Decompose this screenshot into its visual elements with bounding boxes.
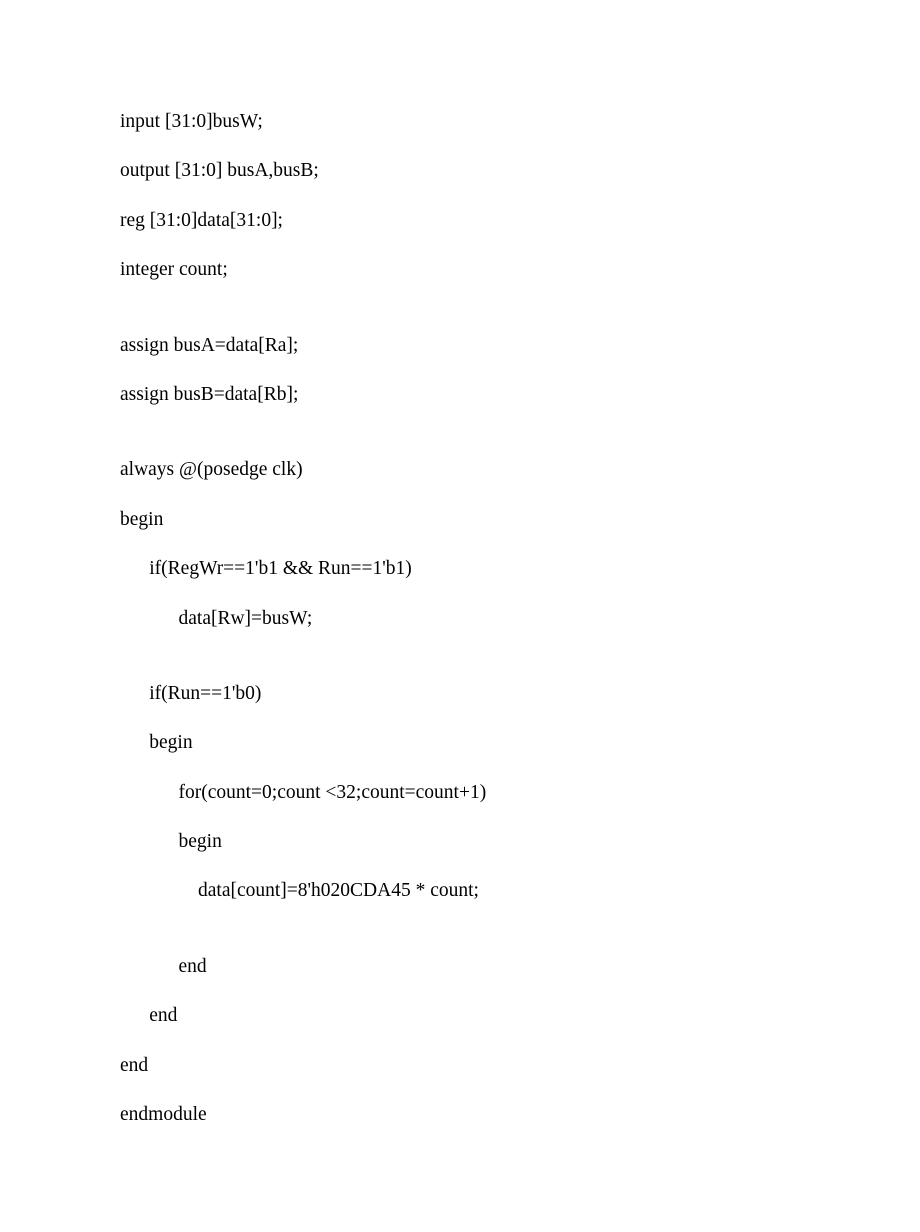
blank-line [120,308,800,334]
code-line: integer count; [120,258,800,281]
document-page: input [31:0]busW; output [31:0] busA,bus… [0,0,920,1232]
code-line: for(count=0;count <32;count=count+1) [120,781,800,804]
code-line: end [120,1004,800,1027]
code-line: data[Rw]=busW; [120,607,800,630]
code-line: input [31:0]busW; [120,110,800,133]
code-line: reg [31:0]data[31:0]; [120,209,800,232]
blank-line [120,432,800,458]
code-line: end [120,955,800,978]
code-line: begin [120,508,800,531]
code-line: if(RegWr==1'b1 && Run==1'b1) [120,557,800,580]
code-line: if(Run==1'b0) [120,682,800,705]
blank-line [120,656,800,682]
code-line: end [120,1054,800,1077]
blank-line [120,929,800,955]
code-line: data[count]=8'h020CDA45 * count; [120,879,800,902]
code-line: output [31:0] busA,busB; [120,159,800,182]
code-line: begin [120,731,800,754]
code-line: always @(posedge clk) [120,458,800,481]
code-line: assign busB=data[Rb]; [120,383,800,406]
code-line: endmodule [120,1103,800,1126]
code-line: begin [120,830,800,853]
code-line: assign busA=data[Ra]; [120,334,800,357]
